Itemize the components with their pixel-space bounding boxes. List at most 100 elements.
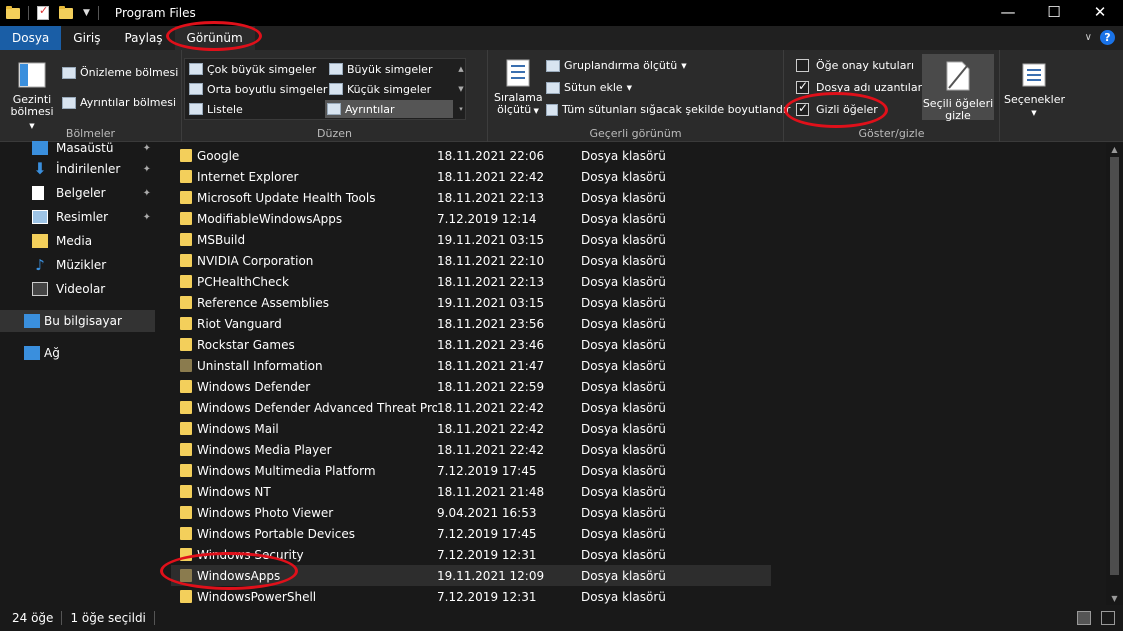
file-type: Dosya klasörü — [581, 589, 666, 604]
file-row[interactable]: WindowsPowerShell 7.12.2019 12:31 Dosya kl… — [171, 586, 771, 605]
add-columns-button[interactable]: Sütun ekle ▼ — [546, 81, 632, 94]
file-row[interactable]: Windows Multimedia Platform 7.12.2019 17:… — [171, 460, 771, 481]
file-row[interactable]: Google 18.11.2021 22:06 Dosya klasörü — [171, 145, 771, 166]
file-row[interactable]: Uninstall Information 18.11.2021 21:47 Dos… — [171, 355, 771, 376]
file-row[interactable]: Windows Photo Viewer 9.04.2021 16:53 Dosya… — [171, 502, 771, 523]
item-checkboxes-toggle[interactable]: Öğe onay kutuları — [796, 59, 914, 72]
file-row[interactable]: Windows Portable Devices 7.12.2019 17:45 D… — [171, 523, 771, 544]
scrollbar-thumb[interactable] — [1110, 157, 1119, 575]
options-button[interactable]: Seçenekler ▼ — [1004, 60, 1065, 119]
nav-item-label: Belgeler — [56, 186, 106, 200]
details-pane-button[interactable]: Ayrıntılar bölmesi — [62, 96, 176, 109]
divider — [97, 6, 99, 20]
vertical-scrollbar[interactable]: ▲ ▼ — [1106, 143, 1123, 605]
close-button[interactable]: ✕ — [1077, 0, 1123, 26]
nav-item-this-pc[interactable]: Bu bilgisayar — [0, 310, 155, 332]
large-icons-view-icon[interactable] — [1101, 611, 1115, 625]
file-row[interactable]: WindowsApps 19.11.2021 12:09 Dosya klasörü — [171, 565, 771, 586]
medium-icons-icon — [189, 83, 203, 95]
sort-by-button[interactable]: Sıralama ölçütü ▼ — [494, 58, 543, 117]
nav-item-music[interactable]: ♪ Müzikler — [0, 254, 155, 276]
minimize-button[interactable]: — — [985, 0, 1031, 26]
help-icon[interactable]: ? — [1100, 30, 1115, 45]
scroll-down-icon[interactable]: ▼ — [1106, 594, 1123, 603]
layout-small-icons[interactable]: Küçük simgeler — [327, 80, 431, 98]
file-row[interactable]: Windows Defender 18.11.2021 22:59 Dosya kl… — [171, 376, 771, 397]
folder-icon — [180, 275, 192, 288]
details-view-icon[interactable] — [1077, 611, 1091, 625]
nav-item-media[interactable]: Media — [0, 230, 155, 252]
new-folder-icon[interactable] — [59, 5, 73, 19]
file-row[interactable]: Riot Vanguard 18.11.2021 23:56 Dosya klasö… — [171, 313, 771, 334]
group-by-label: Gruplandırma ölçütü — [564, 59, 678, 72]
file-row[interactable]: MSBuild 19.11.2021 03:15 Dosya klasörü — [171, 229, 771, 250]
tab-home[interactable]: Giriş — [61, 26, 112, 50]
file-row[interactable]: Windows NT 18.11.2021 21:48 Dosya klasörü — [171, 481, 771, 502]
layout-medium-icons[interactable]: Orta boyutlu simgeler — [187, 80, 327, 98]
customize-toolbar-icon[interactable]: ▼ — [83, 8, 90, 18]
group-by-button[interactable]: Gruplandırma ölçütü ▼ — [546, 59, 687, 72]
file-row[interactable]: Windows Defender Advanced Threat Prot...… — [171, 397, 771, 418]
properties-icon[interactable] — [37, 4, 49, 20]
pin-icon[interactable]: ✦ — [143, 188, 151, 199]
nav-item-desktop[interactable]: Masaüstü ✦ — [0, 137, 155, 159]
file-row[interactable]: Windows Mail 18.11.2021 22:42 Dosya klasör… — [171, 418, 771, 439]
collapse-ribbon-icon[interactable]: ∨ — [1085, 32, 1092, 43]
large-icons-icon — [329, 63, 343, 75]
tab-share[interactable]: Paylaş — [112, 26, 174, 50]
file-date: 18.11.2021 22:59 — [437, 379, 545, 394]
scroll-up-icon[interactable]: ▲ — [1106, 145, 1123, 154]
layout-details[interactable]: Ayrıntılar — [325, 100, 453, 118]
file-row[interactable]: Windows Media Player 18.11.2021 22:42 Dosy… — [171, 439, 771, 460]
nav-item-pictures[interactable]: Resimler ✦ — [0, 206, 155, 228]
tab-file[interactable]: Dosya — [0, 26, 62, 50]
file-date: 9.04.2021 16:53 — [437, 505, 537, 520]
layout-large-icons[interactable]: Büyük simgeler — [327, 60, 432, 78]
file-row[interactable]: Rockstar Games 18.11.2021 23:46 Dosya klas… — [171, 334, 771, 355]
layout-item-label: Çok büyük simgeler — [207, 62, 317, 76]
maximize-button[interactable]: ☐ — [1031, 0, 1077, 26]
fit-columns-button[interactable]: Tüm sütunları sığacak şekilde boyutlandı… — [546, 103, 790, 116]
nav-item-videos[interactable]: Videolar — [0, 278, 155, 300]
nav-item-downloads[interactable]: ⬇ İndirilenler ✦ — [0, 158, 155, 180]
hide-selected-icon — [946, 61, 970, 91]
file-name: Windows Defender Advanced Threat Prot... — [197, 400, 437, 415]
pin-icon[interactable]: ✦ — [143, 212, 151, 223]
navigation-pane-button[interactable]: Gezinti bölmesi ▼ — [8, 60, 56, 132]
tab-view[interactable]: Görünüm — [174, 26, 255, 50]
preview-pane-button[interactable]: Önizleme bölmesi — [62, 66, 178, 79]
navigation-pane-label: Gezinti bölmesi — [10, 93, 54, 118]
file-name: Windows Mail — [197, 421, 279, 436]
hidden-items-toggle[interactable]: Gizli öğeler — [796, 101, 878, 116]
file-row[interactable]: Internet Explorer 18.11.2021 22:42 Dosya k… — [171, 166, 771, 187]
nav-item-network[interactable]: Ağ — [0, 342, 155, 364]
file-date: 18.11.2021 22:13 — [437, 190, 545, 205]
nav-item-documents[interactable]: Belgeler ✦ — [0, 182, 155, 204]
pin-icon[interactable]: ✦ — [143, 143, 151, 154]
file-extensions-checkbox[interactable] — [796, 79, 809, 94]
hide-selected-items-button[interactable]: Seçili öğeleri gizle — [922, 54, 994, 122]
nav-item-label: İndirilenler — [56, 162, 121, 176]
file-row[interactable]: NVIDIA Corporation 18.11.2021 22:10 Dosya … — [171, 250, 771, 271]
item-checkboxes-checkbox[interactable] — [796, 59, 809, 72]
pictures-icon — [32, 210, 48, 224]
layout-extra-large-icons[interactable]: Çok büyük simgeler — [187, 60, 316, 78]
folder-icon — [180, 380, 192, 393]
layout-item-label: Ayrıntılar — [345, 102, 395, 116]
folder-icon — [180, 296, 192, 309]
file-row[interactable]: ModifiableWindowsApps 7.12.2019 12:14 Dosy… — [171, 208, 771, 229]
file-extensions-toggle[interactable]: Dosya adı uzantıları — [796, 79, 925, 94]
folder-icon — [180, 506, 192, 519]
file-row[interactable]: Windows Security 7.12.2019 12:31 Dosya kla… — [171, 544, 771, 565]
file-row[interactable]: PCHealthCheck 18.11.2021 22:13 Dosya klasö… — [171, 271, 771, 292]
title-bar: ▼ Program Files — ☐ ✕ — [0, 0, 1123, 26]
layout-list[interactable]: Listele — [187, 100, 243, 118]
file-row[interactable]: Reference Assemblies 19.11.2021 03:15 Dosy… — [171, 292, 771, 313]
hidden-items-checkbox[interactable] — [796, 101, 809, 116]
layout-gallery-scroll[interactable]: ▲ ▼ ▾ — [455, 59, 467, 119]
file-row[interactable]: Microsoft Update Health Tools 18.11.2021 … — [171, 187, 771, 208]
pin-icon[interactable]: ✦ — [143, 164, 151, 175]
file-date: 18.11.2021 22:42 — [437, 421, 545, 436]
fit-columns-icon — [546, 103, 558, 116]
file-type: Dosya klasörü — [581, 169, 666, 184]
